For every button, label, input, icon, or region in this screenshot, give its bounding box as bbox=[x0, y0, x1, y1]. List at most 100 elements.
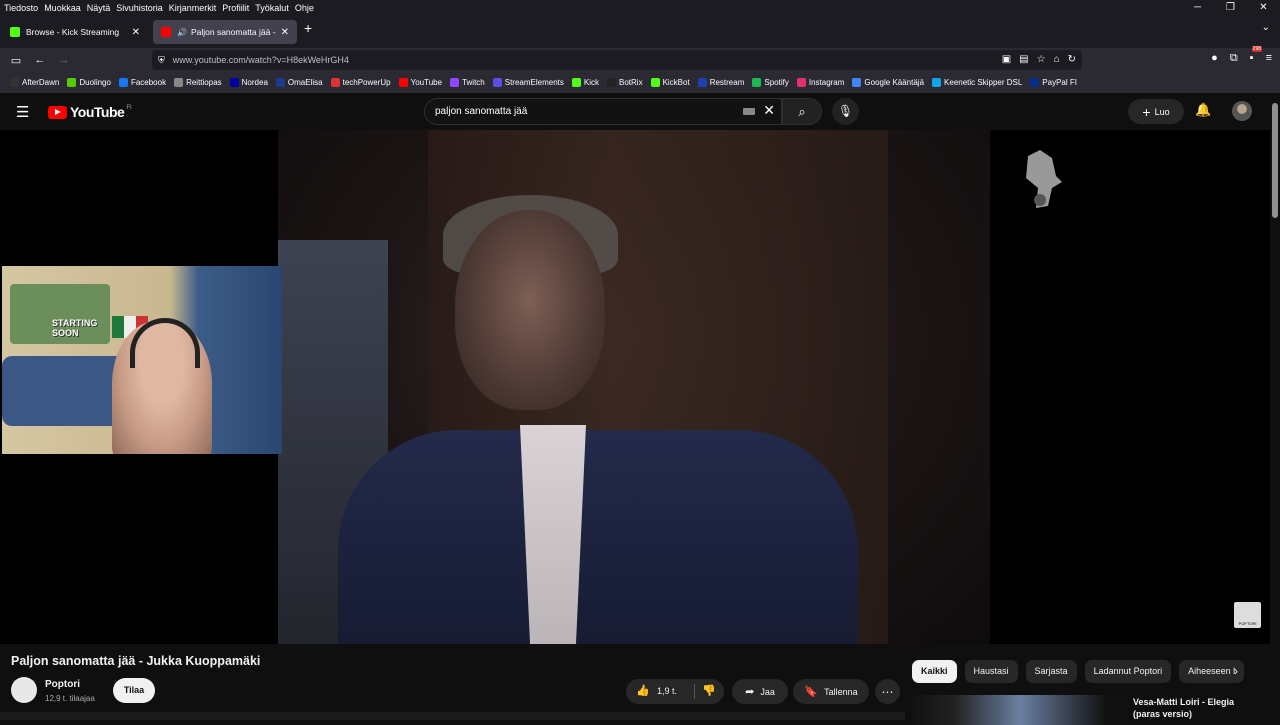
bookmark-item[interactable]: Kick bbox=[571, 78, 599, 87]
close-tab-icon[interactable]: ✕ bbox=[281, 27, 289, 38]
extensions-icon[interactable]: ⧉ bbox=[1230, 52, 1238, 65]
bookmark-label: Twitch bbox=[462, 78, 485, 87]
bookmark-item[interactable]: Facebook bbox=[118, 78, 166, 87]
poster-text: STARTING SOON bbox=[52, 318, 98, 338]
bookmark-item[interactable]: PayPal FI bbox=[1030, 78, 1077, 87]
menu-item[interactable]: Työkalut bbox=[255, 3, 289, 13]
close-window-icon[interactable]: ✕ bbox=[1247, 0, 1280, 16]
chevron-right-icon[interactable]: › bbox=[1234, 664, 1238, 678]
recommendation-thumbnail[interactable] bbox=[912, 695, 1127, 725]
save-button[interactable]: 🔖 Tallenna bbox=[793, 679, 869, 704]
search-input[interactable]: paljon sanomatta jää ✕ bbox=[424, 98, 782, 125]
bookmark-item[interactable]: Reittiopas bbox=[174, 78, 222, 87]
bookmark-favicon-icon bbox=[229, 78, 239, 87]
home-icon[interactable]: ⌂ bbox=[1054, 54, 1060, 65]
like-dislike-group: 👍 1,9 t. 👎 bbox=[626, 679, 724, 704]
bookmark-label: Reittiopas bbox=[186, 78, 222, 87]
filter-chip[interactable]: Sarjasta bbox=[1025, 660, 1077, 683]
like-count[interactable]: 1,9 t. bbox=[657, 686, 677, 696]
bookmark-item[interactable]: Restream bbox=[697, 78, 744, 87]
filter-chip[interactable]: Ladannut Poptori bbox=[1084, 660, 1172, 683]
subscribe-button[interactable]: Tilaa bbox=[113, 678, 155, 703]
tab-youtube[interactable]: 🔊 Paljon sanomatta jää - Jukk ✕ bbox=[153, 20, 297, 44]
menu-item[interactable]: Ohje bbox=[295, 3, 314, 13]
url-bar[interactable]: ⛨ www.youtube.com/watch?v=H8ekWeHrGH4 ▣ … bbox=[152, 50, 1082, 70]
bookmark-favicon-icon bbox=[1030, 78, 1040, 87]
poptori-logo-icon bbox=[1026, 150, 1062, 208]
menu-item[interactable]: Sivuhistoria bbox=[116, 3, 163, 13]
bookmark-item[interactable]: Twitch bbox=[450, 78, 485, 87]
bookmark-item[interactable]: KickBot bbox=[650, 78, 690, 87]
region-code: FI bbox=[126, 105, 132, 111]
filter-chip[interactable]: Haustasi bbox=[964, 660, 1018, 683]
bookmark-label: Instagram bbox=[808, 78, 845, 87]
bookmark-item[interactable]: Instagram bbox=[796, 78, 845, 87]
clear-search-icon[interactable]: ✕ bbox=[763, 102, 775, 119]
filter-chip[interactable]: Kaikki bbox=[912, 660, 957, 683]
menu-icon[interactable]: ≡ bbox=[1266, 52, 1272, 65]
bookmark-favicon-icon bbox=[330, 78, 340, 87]
bookmark-item[interactable]: Spotify bbox=[752, 78, 789, 87]
lock-icon[interactable]: ⛨ bbox=[158, 55, 165, 66]
bookmark-item[interactable]: OmaElisa bbox=[275, 78, 323, 87]
more-actions-button[interactable]: ⋯ bbox=[875, 679, 900, 704]
bookmark-item[interactable]: YouTube bbox=[398, 78, 442, 87]
avatar[interactable] bbox=[1232, 101, 1252, 121]
youtube-logo[interactable]: YouTube FI bbox=[48, 104, 132, 120]
bookmark-item[interactable]: Duolingo bbox=[67, 78, 111, 87]
scrollbar-thumb[interactable] bbox=[1272, 103, 1278, 218]
bookmark-label: AfterDawn bbox=[22, 78, 60, 87]
menu-item[interactable]: Tiedosto bbox=[4, 3, 38, 13]
recommendation-title[interactable]: Vesa-Matti Loiri - Elegia (paras versio) bbox=[1133, 696, 1263, 720]
restore-icon[interactable]: ❐ bbox=[1214, 0, 1247, 16]
bookmark-label: Kick bbox=[583, 78, 599, 87]
search-button[interactable]: ⌕ bbox=[782, 98, 822, 125]
bookmark-item[interactable]: BotRix bbox=[607, 78, 643, 87]
bell-icon[interactable]: 🔔 bbox=[1195, 102, 1211, 118]
close-tab-icon[interactable]: ✕ bbox=[132, 27, 140, 38]
scrollbar[interactable] bbox=[1270, 93, 1280, 720]
bookmark-label: KickBot bbox=[662, 78, 690, 87]
subscriber-count: 12,9 t. tilaajaa bbox=[45, 694, 95, 703]
video-player[interactable]: POPTORI STARTING SOON bbox=[0, 130, 1270, 644]
extension-badge-icon[interactable]: ▪ 298 bbox=[1250, 46, 1263, 65]
bookmark-item[interactable]: Keenetic Skipper DSL bbox=[932, 78, 1022, 87]
star-icon[interactable]: ☆ bbox=[1037, 54, 1046, 65]
voice-search-button[interactable]: 🎙 bbox=[832, 98, 859, 125]
tab-kick[interactable]: Browse - Kick Streaming ✕ bbox=[2, 20, 148, 44]
picture-icon[interactable]: ▣ bbox=[1002, 54, 1011, 65]
sidebar-toggle-icon[interactable]: ▭ bbox=[4, 54, 28, 67]
keyboard-icon[interactable] bbox=[743, 108, 755, 115]
channel-name[interactable]: Poptori bbox=[45, 679, 80, 690]
reload-icon[interactable]: ↻ bbox=[1068, 54, 1076, 65]
youtube-play-icon bbox=[48, 105, 67, 119]
menu-item[interactable]: Kirjanmerkit bbox=[169, 3, 217, 13]
bookmark-item[interactable]: Google Kääntäjä bbox=[852, 78, 924, 87]
bookmark-favicon-icon bbox=[67, 78, 77, 87]
dislike-icon[interactable]: 👎 bbox=[702, 684, 716, 697]
back-icon[interactable]: ← bbox=[28, 54, 52, 66]
minimize-icon[interactable]: ─ bbox=[1181, 0, 1214, 16]
microphone-icon: 🎙 bbox=[837, 104, 854, 118]
menu-item[interactable]: Näytä bbox=[87, 3, 111, 13]
reader-icon[interactable]: ▤ bbox=[1019, 54, 1028, 65]
plus-icon: + bbox=[1142, 103, 1151, 120]
bookmark-item[interactable]: Nordea bbox=[229, 78, 268, 87]
new-tab-icon[interactable]: + bbox=[304, 20, 312, 36]
bookmark-item[interactable]: StreamElements bbox=[492, 78, 564, 87]
forward-icon[interactable]: → bbox=[52, 54, 76, 66]
profile-icon[interactable]: ● bbox=[1211, 52, 1218, 65]
bookmark-item[interactable]: techPowerUp bbox=[330, 78, 391, 87]
like-icon[interactable]: 👍 bbox=[636, 684, 650, 697]
chevron-down-icon[interactable]: ⌄ bbox=[1262, 22, 1270, 33]
menu-item[interactable]: Profiilit bbox=[222, 3, 249, 13]
menu-item[interactable]: Muokkaa bbox=[44, 3, 81, 13]
create-button[interactable]: + Luo bbox=[1128, 99, 1184, 124]
channel-avatar[interactable] bbox=[11, 677, 37, 703]
tab-label: Paljon sanomatta jää - Jukk bbox=[190, 27, 277, 37]
speaker-icon[interactable]: 🔊 bbox=[177, 28, 187, 37]
share-button[interactable]: ➦ Jaa bbox=[732, 679, 788, 704]
hamburger-icon[interactable]: ☰ bbox=[16, 103, 29, 121]
video-info: Paljon sanomatta jää - Jukka Kuoppamäki … bbox=[0, 644, 1280, 725]
bookmark-item[interactable]: AfterDawn bbox=[10, 78, 59, 87]
